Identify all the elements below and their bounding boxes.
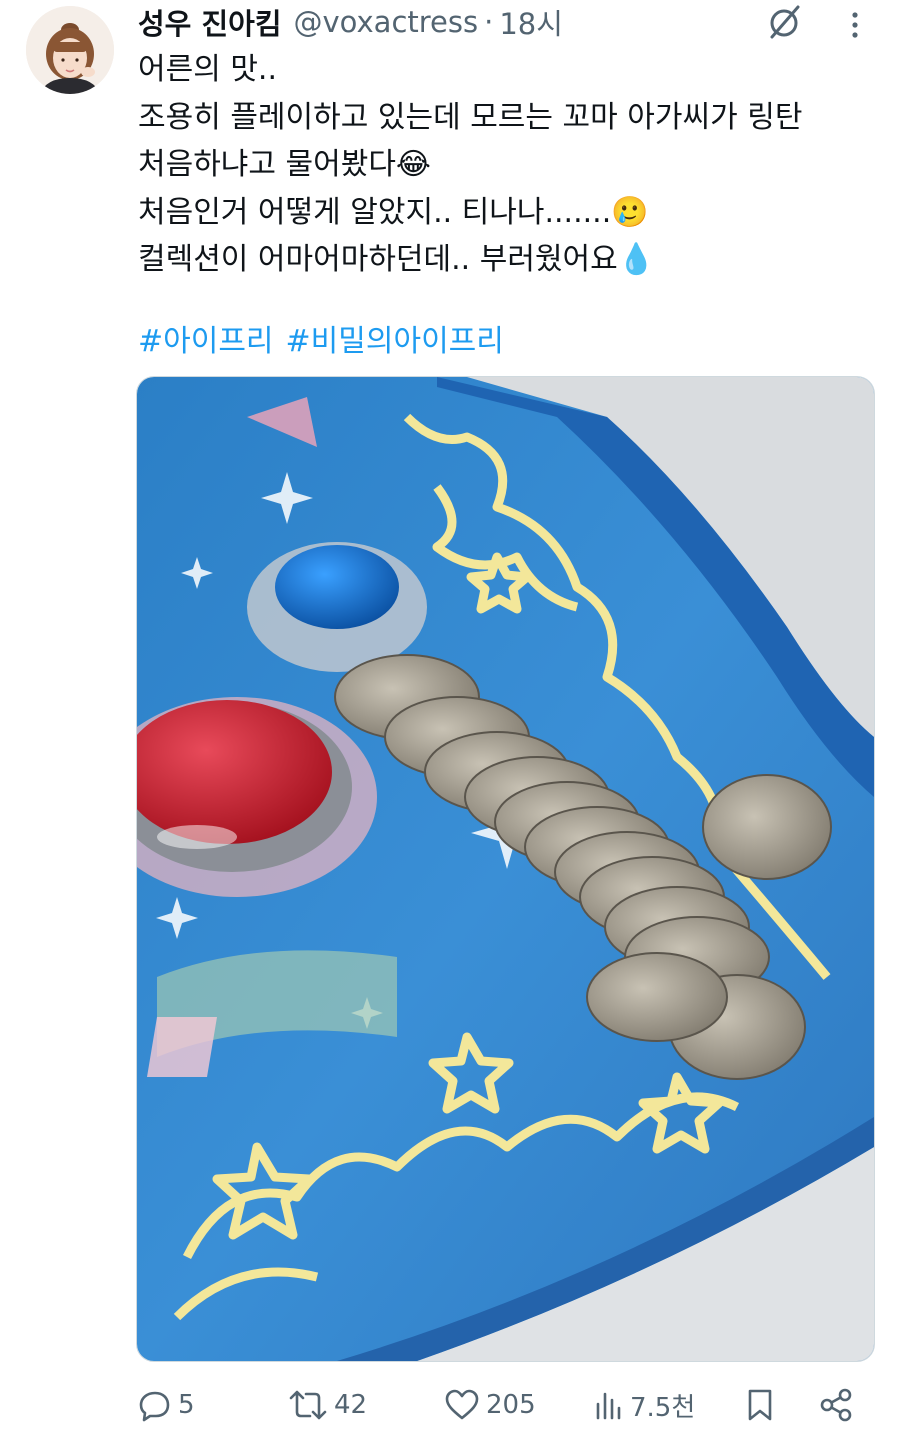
like-icon [445,1389,479,1420]
reply-icon [139,1391,170,1422]
tweet-text: 어른의 맛.. 조용히 플레이하고 있는데 모르는 꼬마 아가씨가 링탄 처음하… [138,46,878,284]
retweet-button[interactable]: 42 [288,1380,367,1430]
share-button[interactable] [818,1380,854,1430]
hashtag-link[interactable]: #비밀의아이프리 [286,324,504,359]
tweet-line: 처음하냐고 물어봤다😂 [138,147,431,182]
share-icon [820,1388,852,1422]
avatar-image [26,6,114,94]
tweet-line: 컬렉션이 어마어마하던데.. 부러웠어요💧 [138,242,656,277]
separator-dot: · [484,5,494,39]
grok-icon[interactable] [762,2,806,42]
retweet-icon [289,1390,327,1420]
views-button[interactable]: 7.5천 [594,1380,695,1430]
more-icon[interactable] [840,4,870,44]
views-icon [596,1392,621,1420]
reply-button[interactable]: 5 [138,1380,195,1430]
timestamp[interactable]: 18시 [499,1,563,43]
display-name[interactable]: 성우 진아킴 [138,1,282,43]
tweet-header: 성우 진아킴 @voxactress · 18시 [138,2,563,42]
like-count: 205 [486,1390,536,1420]
retweet-count: 42 [334,1390,368,1420]
tweet-photo[interactable] [136,376,875,1362]
view-count: 7.5천 [630,1392,696,1423]
bookmark-icon [748,1389,772,1421]
avatar[interactable] [26,6,114,94]
reply-count: 5 [178,1390,195,1420]
tweet-line: 조용히 플레이하고 있는데 모르는 꼬마 아가씨가 링탄 [138,99,803,135]
arcade-coins-image [137,377,874,1361]
tweet-line: 처음인거 어떻게 알았지.. 티나나.......🥲 [138,194,649,230]
like-button[interactable]: 205 [444,1380,536,1430]
action-bar: 5 42 205 7.5천 [0,1380,900,1430]
hashtags: #아이프리 #비밀의아이프리 [138,320,516,364]
bookmark-button[interactable] [744,1380,776,1430]
tweet-line: 어른의 맛.. [138,52,278,87]
hashtag-link[interactable]: #아이프리 [138,324,274,359]
user-handle[interactable]: @voxactress [294,5,479,39]
